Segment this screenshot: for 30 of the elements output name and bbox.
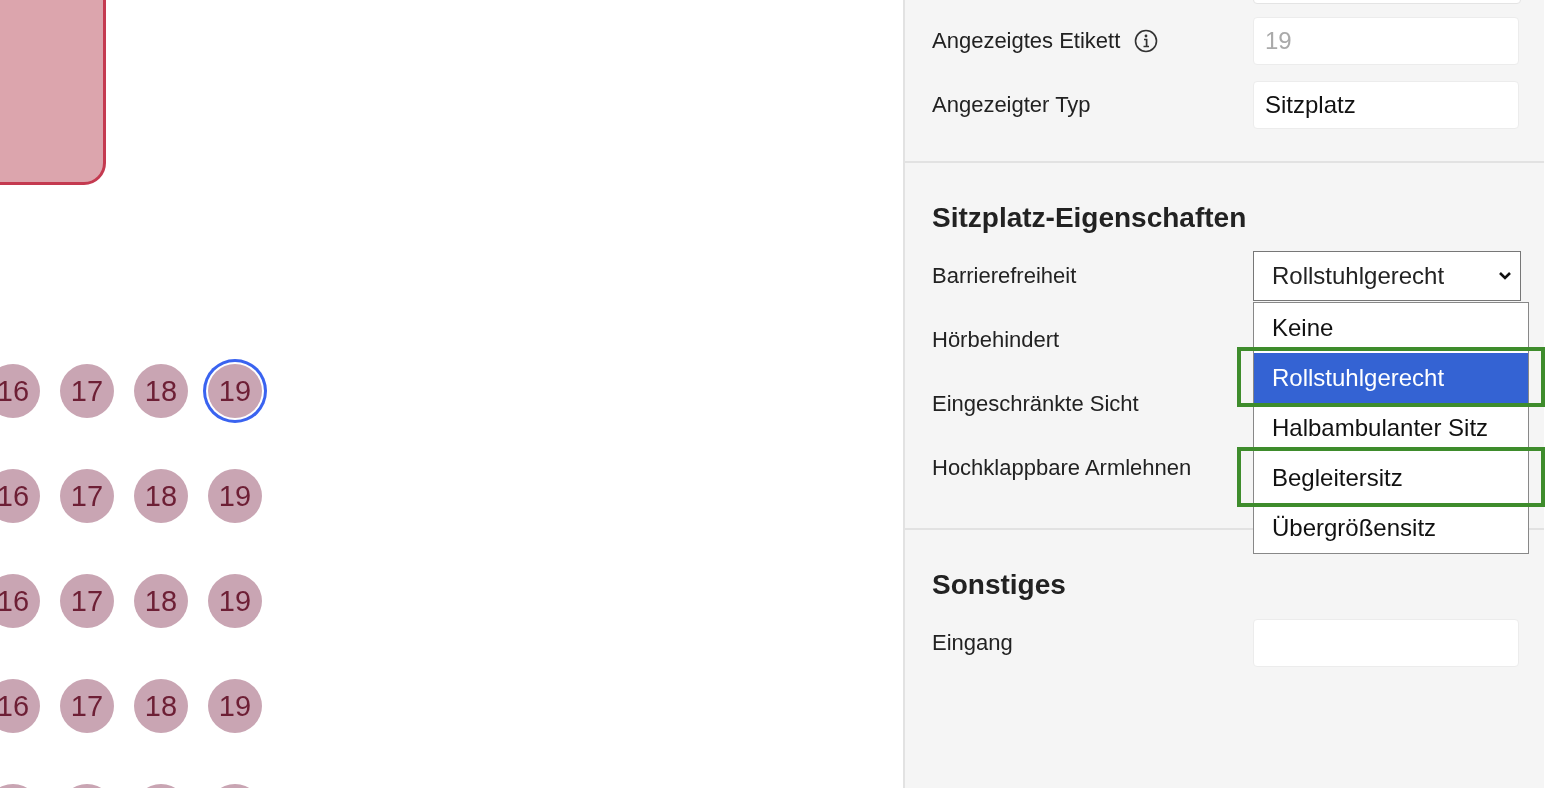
seat[interactable]: 17 <box>60 679 114 733</box>
field-label: Hörbehindert <box>932 327 1060 353</box>
seat[interactable]: 19 <box>208 679 262 733</box>
input-field[interactable]: Sitzplatz <box>1253 81 1519 129</box>
seat[interactable]: 19 <box>208 574 262 628</box>
field-label: Angezeigter Typ <box>932 92 1091 118</box>
dropdown-option[interactable]: Keine <box>1254 303 1528 353</box>
section-title: Sonstiges <box>932 569 1067 601</box>
field-label: Barrierefreiheit <box>932 263 1077 289</box>
field-label: Eingang <box>932 630 1013 656</box>
section-title: Sitzplatz-Eigenschaften <box>932 202 1248 234</box>
seat[interactable]: 18 <box>134 574 188 628</box>
dropdown-option[interactable]: Begleitersitz <box>1254 453 1528 503</box>
dropdown-option[interactable]: Übergrößensitz <box>1254 503 1528 553</box>
seat[interactable]: 17 <box>60 574 114 628</box>
input-field[interactable]: 19 <box>1253 17 1519 65</box>
seat[interactable]: 17 <box>60 364 114 418</box>
field-label: Eingeschränkte Sicht <box>932 391 1139 417</box>
dropdown-option[interactable]: Halbambulanter Sitz <box>1254 403 1528 453</box>
seat[interactable]: 17 <box>60 469 114 523</box>
seat[interactable]: 18 <box>134 679 188 733</box>
chevron-icon <box>1498 271 1512 281</box>
seat[interactable]: 19 <box>208 469 262 523</box>
dropdown[interactable]: Rollstuhlgerecht <box>1253 251 1521 301</box>
info-icon[interactable] <box>1134 29 1159 53</box>
seat[interactable]: 18 <box>134 469 188 523</box>
seat[interactable]: 18 <box>134 364 188 418</box>
field-label: Angezeigtes Etikett <box>932 28 1121 54</box>
dropdown-option[interactable]: Rollstuhlgerecht <box>1254 353 1528 403</box>
field-label: Hochklappbare Armlehnen <box>932 455 1192 481</box>
